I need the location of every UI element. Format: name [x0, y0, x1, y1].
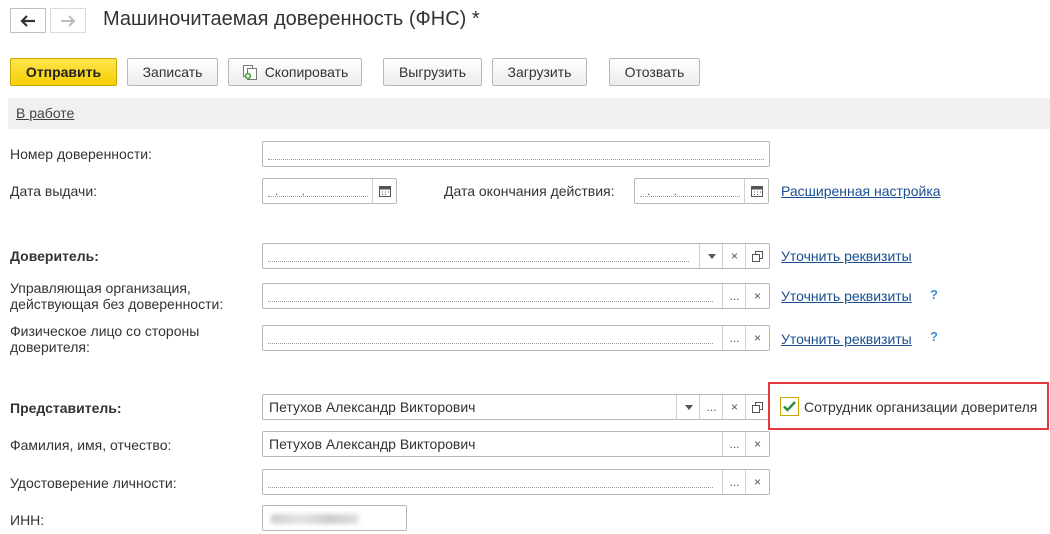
open-button[interactable]	[745, 395, 769, 419]
chevron-down-icon	[707, 253, 716, 259]
employee-checkbox[interactable]	[780, 397, 799, 416]
person-input[interactable]: ... ×	[262, 325, 770, 351]
open-window-icon	[752, 401, 763, 413]
managing-org-label-line1: Управляющая организация,	[10, 280, 191, 296]
status-group-title[interactable]: В работе	[16, 105, 74, 121]
clear-button[interactable]: ×	[745, 470, 769, 494]
issue-date-value: . .	[275, 184, 316, 198]
chevron-down-icon	[684, 404, 693, 410]
select-button[interactable]: ...	[699, 395, 723, 419]
representative-input[interactable]: Петухов Александр Викторович ... ×	[262, 394, 770, 420]
page-title: Машиночитаемая доверенность (ФНС) *	[103, 8, 480, 30]
status-group-bar: В работе	[8, 98, 1050, 129]
calendar-icon	[750, 186, 763, 197]
clear-button[interactable]: ×	[745, 284, 769, 308]
help-icon[interactable]: ?	[930, 329, 938, 344]
copy-button-label: Скопировать	[264, 64, 349, 80]
id-document-label: Удостоверение личности:	[10, 475, 177, 491]
id-document-input[interactable]: ... ×	[262, 469, 770, 495]
open-button[interactable]	[745, 244, 769, 268]
send-button[interactable]: Отправить	[10, 58, 117, 86]
person-label-line2: доверителя:	[10, 339, 90, 355]
fio-value: Петухов Александр Викторович	[269, 436, 476, 452]
calendar-button[interactable]	[744, 179, 768, 203]
fio-label: Фамилия, имя, отчество:	[10, 437, 172, 453]
issue-date-input[interactable]: . .	[262, 178, 397, 204]
help-icon[interactable]: ?	[930, 287, 938, 302]
representative-label: Представитель:	[10, 400, 122, 416]
inn-label: ИНН:	[10, 512, 45, 528]
representative-value: Петухов Александр Викторович	[269, 399, 476, 415]
calendar-icon	[378, 186, 391, 197]
arrow-right-icon	[61, 14, 76, 27]
managing-org-input[interactable]: ... ×	[262, 283, 770, 309]
forward-button[interactable]	[50, 8, 86, 33]
end-date-label: Дата окончания действия:	[444, 183, 615, 199]
end-date-input[interactable]: . .	[634, 178, 769, 204]
open-window-icon	[752, 250, 763, 262]
calendar-button[interactable]	[372, 179, 396, 203]
issue-date-label: Дата выдачи:	[10, 183, 98, 199]
back-button[interactable]	[10, 8, 46, 33]
copy-icon	[242, 65, 257, 80]
dropdown-button[interactable]	[676, 395, 700, 419]
inn-input[interactable]	[262, 505, 407, 531]
revoke-button[interactable]: Отозвать	[609, 58, 700, 86]
dropdown-button[interactable]	[699, 244, 723, 268]
advanced-settings-link[interactable]: Расширенная настройка	[781, 183, 941, 199]
principal-label: Доверитель:	[10, 248, 99, 264]
select-button[interactable]: ...	[722, 284, 746, 308]
redacted-value	[271, 514, 359, 524]
number-label: Номер доверенности:	[10, 146, 152, 162]
clear-button[interactable]: ×	[722, 244, 746, 268]
select-button[interactable]: ...	[722, 470, 746, 494]
clear-button[interactable]: ×	[722, 395, 746, 419]
employee-checkbox-label[interactable]: Сотрудник организации доверителя	[804, 399, 1037, 416]
checkmark-icon	[783, 401, 796, 412]
clear-button[interactable]: ×	[745, 432, 769, 456]
fio-input[interactable]: Петухов Александр Викторович ... ×	[262, 431, 770, 457]
select-button[interactable]: ...	[722, 326, 746, 350]
principal-details-link[interactable]: Уточнить реквизиты	[781, 248, 912, 264]
save-button[interactable]: Записать	[127, 58, 218, 86]
person-label-line1: Физическое лицо со стороны	[10, 323, 200, 339]
copy-button[interactable]: Скопировать	[228, 58, 362, 86]
end-date-value: . .	[647, 184, 688, 198]
clear-button[interactable]: ×	[745, 326, 769, 350]
export-button[interactable]: Выгрузить	[383, 58, 482, 86]
managing-org-details-link[interactable]: Уточнить реквизиты	[781, 288, 912, 304]
select-button[interactable]: ...	[722, 432, 746, 456]
number-input[interactable]	[262, 141, 770, 167]
import-button[interactable]: Загрузить	[492, 58, 587, 86]
person-details-link[interactable]: Уточнить реквизиты	[781, 331, 912, 347]
managing-org-label-line2: действующая без доверенности:	[10, 296, 224, 312]
arrow-left-icon	[20, 14, 35, 27]
principal-input[interactable]: ×	[262, 243, 770, 269]
